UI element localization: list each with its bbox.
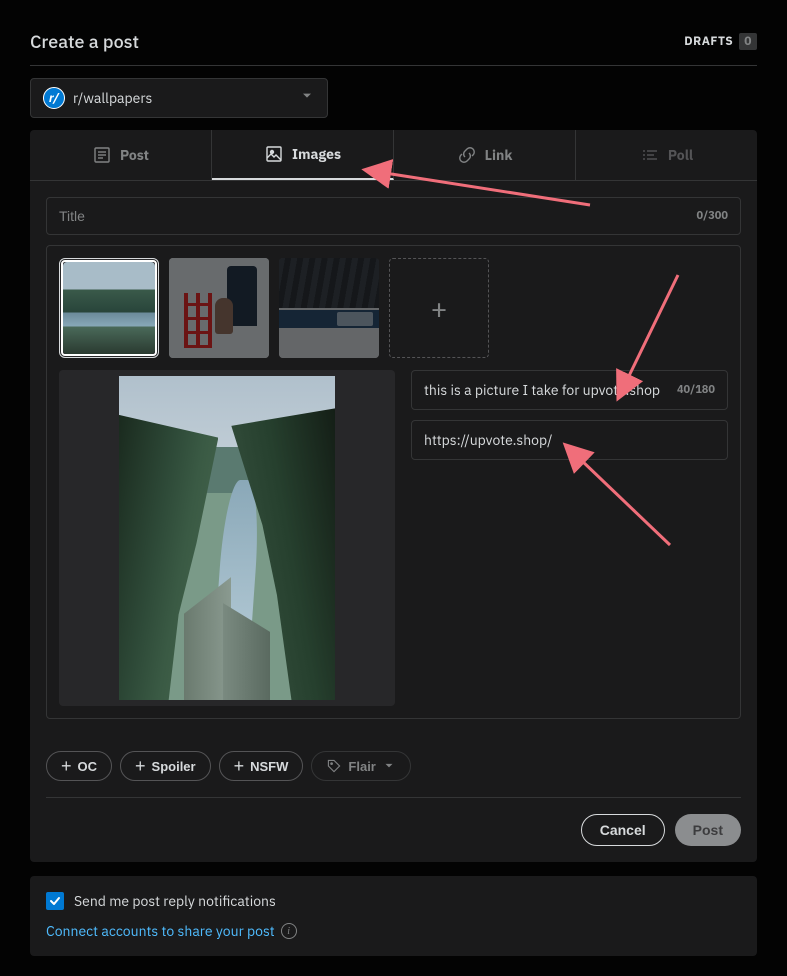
tag-icon bbox=[326, 758, 342, 774]
tag-row: + OC + Spoiler + NSFW Flair bbox=[30, 735, 757, 789]
post-button[interactable]: Post bbox=[675, 814, 741, 846]
cancel-label: Cancel bbox=[600, 822, 646, 838]
post-label: Post bbox=[693, 822, 723, 838]
oc-tag-button[interactable]: + OC bbox=[46, 751, 112, 781]
image-preview bbox=[59, 370, 395, 706]
connect-accounts-link[interactable]: Connect accounts to share your post i bbox=[46, 922, 741, 940]
drafts-label: DRAFTS bbox=[684, 34, 733, 49]
footer-panel: Send me post reply notifications Connect… bbox=[30, 876, 757, 956]
header: Create a post DRAFTS 0 bbox=[30, 30, 757, 66]
tab-post[interactable]: Post bbox=[30, 130, 212, 180]
spoiler-tag-button[interactable]: + Spoiler bbox=[120, 751, 211, 781]
tab-body: 0/300 bbox=[30, 181, 757, 735]
title-field-wrapper: 0/300 bbox=[46, 197, 741, 235]
tabs: Post Images Link Poll bbox=[30, 130, 757, 181]
drafts-count: 0 bbox=[739, 33, 757, 50]
plus-icon: + bbox=[234, 757, 245, 775]
notify-checkbox[interactable] bbox=[46, 892, 64, 910]
drafts-button[interactable]: DRAFTS 0 bbox=[684, 33, 757, 50]
thumbnail-image bbox=[169, 258, 269, 358]
divider bbox=[46, 797, 741, 798]
spoiler-label: Spoiler bbox=[152, 759, 196, 774]
tab-link-label: Link bbox=[485, 146, 513, 164]
post-icon bbox=[92, 145, 112, 165]
gallery-area: + bbox=[46, 245, 741, 719]
link-input[interactable]: https://upvote.shop/ bbox=[411, 420, 728, 460]
post-panel: Post Images Link Poll 0/300 bbox=[30, 130, 757, 862]
community-name: r/wallpapers bbox=[73, 89, 291, 107]
title-input[interactable] bbox=[59, 208, 697, 224]
caption-text: this is a picture I take for upvote.shop bbox=[424, 381, 669, 399]
connect-label: Connect accounts to share your post bbox=[46, 922, 275, 940]
thumbnail-row: + bbox=[59, 258, 728, 358]
oc-label: OC bbox=[78, 759, 98, 774]
thumbnail-image bbox=[279, 258, 379, 358]
image-meta-column: this is a picture I take for upvote.shop… bbox=[411, 370, 728, 706]
tab-images[interactable]: Images bbox=[212, 130, 394, 180]
preview-row: this is a picture I take for upvote.shop… bbox=[59, 370, 728, 706]
tab-poll: Poll bbox=[576, 130, 757, 180]
thumbnail-2[interactable] bbox=[169, 258, 269, 358]
plus-icon: + bbox=[61, 757, 72, 775]
preview-image bbox=[119, 376, 335, 700]
caption-input[interactable]: this is a picture I take for upvote.shop… bbox=[411, 370, 728, 410]
link-text: https://upvote.shop/ bbox=[424, 431, 715, 449]
nsfw-label: NSFW bbox=[250, 759, 288, 774]
link-icon bbox=[457, 145, 477, 165]
image-icon bbox=[264, 144, 284, 164]
plus-icon: + bbox=[431, 290, 448, 327]
caption-counter: 40/180 bbox=[677, 383, 715, 397]
title-counter: 0/300 bbox=[697, 209, 728, 223]
flair-tag-button[interactable]: Flair bbox=[311, 751, 410, 781]
community-icon: r/ bbox=[43, 87, 65, 109]
action-row: Cancel Post bbox=[46, 814, 741, 846]
tab-images-label: Images bbox=[292, 145, 341, 163]
flair-label: Flair bbox=[348, 759, 375, 774]
thumbnail-3[interactable] bbox=[279, 258, 379, 358]
tab-poll-label: Poll bbox=[668, 146, 693, 164]
thumbnail-image bbox=[63, 262, 155, 354]
tab-link[interactable]: Link bbox=[394, 130, 576, 180]
check-icon bbox=[49, 895, 61, 907]
community-select[interactable]: r/ r/wallpapers bbox=[30, 78, 328, 118]
nsfw-tag-button[interactable]: + NSFW bbox=[219, 751, 304, 781]
poll-icon bbox=[640, 145, 660, 165]
chevron-down-icon bbox=[382, 759, 396, 773]
page-title: Create a post bbox=[30, 30, 139, 53]
notify-label: Send me post reply notifications bbox=[74, 892, 276, 910]
tab-post-label: Post bbox=[120, 146, 149, 164]
plus-icon: + bbox=[135, 757, 146, 775]
cancel-button[interactable]: Cancel bbox=[581, 814, 665, 846]
info-icon: i bbox=[281, 923, 297, 939]
notify-row: Send me post reply notifications bbox=[46, 892, 741, 910]
thumbnail-1[interactable] bbox=[59, 258, 159, 358]
chevron-down-icon bbox=[299, 88, 315, 108]
add-image-button[interactable]: + bbox=[389, 258, 489, 358]
